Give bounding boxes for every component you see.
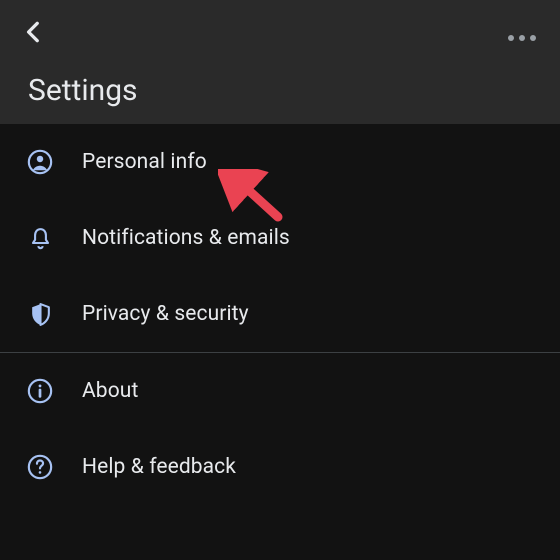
item-label: About	[82, 379, 138, 403]
item-label: Notifications & emails	[82, 226, 290, 250]
help-icon	[26, 453, 54, 481]
shield-icon	[26, 300, 54, 328]
more-button[interactable]	[502, 18, 542, 58]
page-title: Settings	[28, 73, 138, 108]
item-notifications-emails[interactable]: Notifications & emails	[0, 200, 560, 276]
item-label: Privacy & security	[82, 302, 249, 326]
item-about[interactable]: About	[0, 353, 560, 429]
bell-icon	[26, 224, 54, 252]
item-privacy-security[interactable]: Privacy & security	[0, 276, 560, 352]
item-label: Personal info	[82, 150, 207, 174]
item-help-feedback[interactable]: Help & feedback	[0, 429, 560, 505]
chevron-left-icon	[21, 19, 47, 49]
person-circle-icon	[26, 148, 54, 176]
item-label: Help & feedback	[82, 455, 236, 479]
info-icon	[26, 377, 54, 405]
back-button[interactable]	[14, 14, 54, 54]
app-header: Settings	[0, 0, 560, 124]
more-horizontal-icon	[508, 35, 536, 41]
settings-list: Personal info Notifications & emails Pri…	[0, 124, 560, 505]
item-personal-info[interactable]: Personal info	[0, 124, 560, 200]
